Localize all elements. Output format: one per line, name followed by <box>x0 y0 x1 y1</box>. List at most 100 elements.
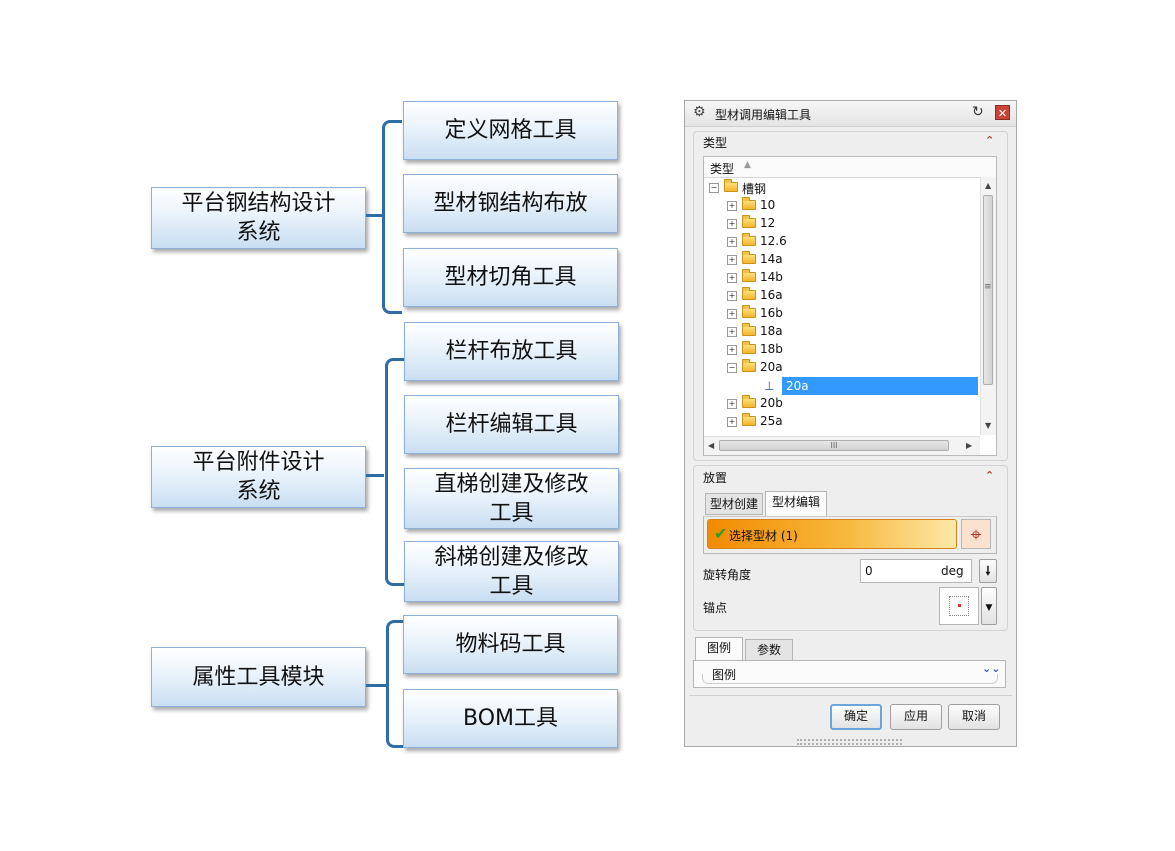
gear-icon[interactable]: ⚙ <box>693 104 706 120</box>
type-tree[interactable]: 类型 ▲ − 槽钢 +10 +12 +12.6 +14a +14b +16a +… <box>703 156 997 456</box>
dialog-title: 型材调用编辑工具 <box>715 108 812 122</box>
resize-grip[interactable] <box>797 739 902 745</box>
item-box: 栏杆布放工具 <box>404 322 619 381</box>
folder-icon <box>742 197 756 210</box>
item-label: BOM工具 <box>462 706 558 731</box>
folder-icon <box>724 179 738 192</box>
expand-node-icon[interactable]: + <box>727 273 737 283</box>
tree-node-label: 12.6 <box>760 234 787 248</box>
close-icon[interactable]: ✕ <box>995 105 1010 120</box>
scroll-up-icon[interactable]: ▲ <box>985 181 991 190</box>
item-box: 直梯创建及修改 工具 <box>404 468 619 529</box>
scroll-right-icon[interactable]: ▶ <box>966 441 972 450</box>
scroll-left-icon[interactable]: ◀ <box>708 441 714 450</box>
vertical-scroll-thumb[interactable]: ≡ <box>983 195 993 385</box>
cancel-button[interactable]: 取消 <box>948 704 1000 730</box>
expand-node-icon[interactable]: + <box>727 291 737 301</box>
rotation-value: 0 <box>865 564 873 578</box>
collapse-node-icon[interactable]: − <box>727 363 737 373</box>
tree-node[interactable]: +12 <box>704 215 974 233</box>
folder-icon <box>742 215 756 228</box>
collapse-icon[interactable]: ⌃ <box>985 134 994 147</box>
tree-node[interactable]: +20b <box>704 395 974 413</box>
item-label: 型材钢结构布放 <box>433 191 588 216</box>
apply-button[interactable]: 应用 <box>890 704 942 730</box>
tab-legend[interactable]: 图例 <box>695 637 743 661</box>
group-box-accessory: 平台附件设计 系统 <box>151 446 366 508</box>
tree-column-header[interactable]: 类型 ▲ <box>704 157 996 178</box>
arrow-down-icon: 🠗 <box>985 564 991 578</box>
tab-profile-create[interactable]: 型材创建 <box>705 493 763 515</box>
expand-node-icon[interactable]: + <box>727 345 737 355</box>
tab-label: 型材编辑 <box>771 495 820 509</box>
expand-node-icon[interactable]: + <box>727 219 737 229</box>
anchor-point-selector[interactable] <box>939 587 979 625</box>
tree-node[interactable]: +16b <box>704 305 974 323</box>
folder-icon <box>742 323 756 336</box>
anchor-dropdown-button[interactable]: ▼ <box>981 587 997 625</box>
expand-node-icon[interactable]: + <box>727 255 737 265</box>
horizontal-scroll-thumb[interactable]: III <box>719 440 949 451</box>
item-box: 型材切角工具 <box>403 248 618 307</box>
rotation-label: 旋转角度 <box>703 568 752 582</box>
tree-node-label: 槽钢 <box>742 182 767 196</box>
rotation-dropdown-button[interactable]: 🠗 <box>979 559 997 583</box>
select-profile-button[interactable]: ✔ 选择型材 (1) <box>707 519 957 549</box>
rotation-angle-input[interactable]: 0 deg <box>860 559 972 583</box>
tab-profile-edit[interactable]: 型材编辑 <box>765 491 827 517</box>
tree-node[interactable]: +14a <box>704 251 974 269</box>
collapse-node-icon[interactable]: − <box>709 183 719 193</box>
collapse-icon[interactable]: ⌃ <box>985 469 994 482</box>
folder-icon <box>742 233 756 246</box>
rotation-unit: deg <box>941 564 964 578</box>
tree-node[interactable]: +16a <box>704 287 974 305</box>
folder-icon <box>742 305 756 318</box>
bracket <box>382 120 402 314</box>
tree-node-label: 18a <box>760 324 783 338</box>
item-label: 直梯创建及修改 工具 <box>434 471 589 526</box>
horizontal-scrollbar[interactable]: ◀ III ▶ <box>704 436 980 455</box>
reset-icon[interactable]: ↻ <box>972 104 984 120</box>
item-label: 栏杆编辑工具 <box>445 412 578 437</box>
group-label: 属性工具模块 <box>192 664 325 690</box>
tree-node-selected[interactable]: 20a <box>782 377 978 395</box>
expand-node-icon[interactable]: + <box>727 399 737 409</box>
ok-button[interactable]: 确定 <box>830 704 882 730</box>
folder-icon <box>742 413 756 426</box>
tree-node[interactable]: +12.6 <box>704 233 974 251</box>
tree-node-label: 16b <box>760 306 783 320</box>
tree-node-root[interactable]: − 槽钢 <box>704 179 974 197</box>
tree-node-expanded[interactable]: − 20a <box>704 359 974 377</box>
dialog-titlebar[interactable]: ⚙ 型材调用编辑工具 ↻ ✕ <box>685 101 1016 127</box>
legend-divider <box>702 674 998 684</box>
tree-node-label: 20a <box>760 360 783 374</box>
ok-label: 确定 <box>843 709 868 723</box>
item-box: 定义网格工具 <box>403 101 618 160</box>
folder-icon <box>742 269 756 282</box>
tree-node-label: 14a <box>760 252 783 266</box>
scroll-grip: ≡ <box>984 282 992 292</box>
tree-node[interactable]: +14b <box>704 269 974 287</box>
expand-node-icon[interactable]: + <box>727 237 737 247</box>
folder-icon <box>742 287 756 300</box>
vertical-scrollbar[interactable]: ▲ ≡ ▼ <box>980 177 996 435</box>
connector-line <box>366 684 388 687</box>
expand-node-icon[interactable]: + <box>727 327 737 337</box>
tree-node[interactable]: +10 <box>704 197 974 215</box>
expand-node-icon[interactable]: + <box>727 417 737 427</box>
select-profile-label: 选择型材 (1) <box>729 529 798 543</box>
scroll-down-icon[interactable]: ▼ <box>985 421 991 430</box>
item-label: 物料码工具 <box>455 632 566 657</box>
crosshair-icon[interactable]: ⌖ <box>961 519 991 549</box>
item-box: 型材钢结构布放 <box>403 174 618 233</box>
tab-parameters[interactable]: 参数 <box>745 639 793 661</box>
scroll-grip: III <box>830 441 838 450</box>
expand-node-icon[interactable]: + <box>727 309 737 319</box>
tree-node[interactable]: +18b <box>704 341 974 359</box>
tree-node-label: 25a <box>760 414 783 428</box>
folder-icon <box>742 395 756 408</box>
item-box: 栏杆编辑工具 <box>404 395 619 454</box>
tree-node[interactable]: +18a <box>704 323 974 341</box>
tree-node[interactable]: +25a <box>704 413 974 431</box>
expand-node-icon[interactable]: + <box>727 201 737 211</box>
